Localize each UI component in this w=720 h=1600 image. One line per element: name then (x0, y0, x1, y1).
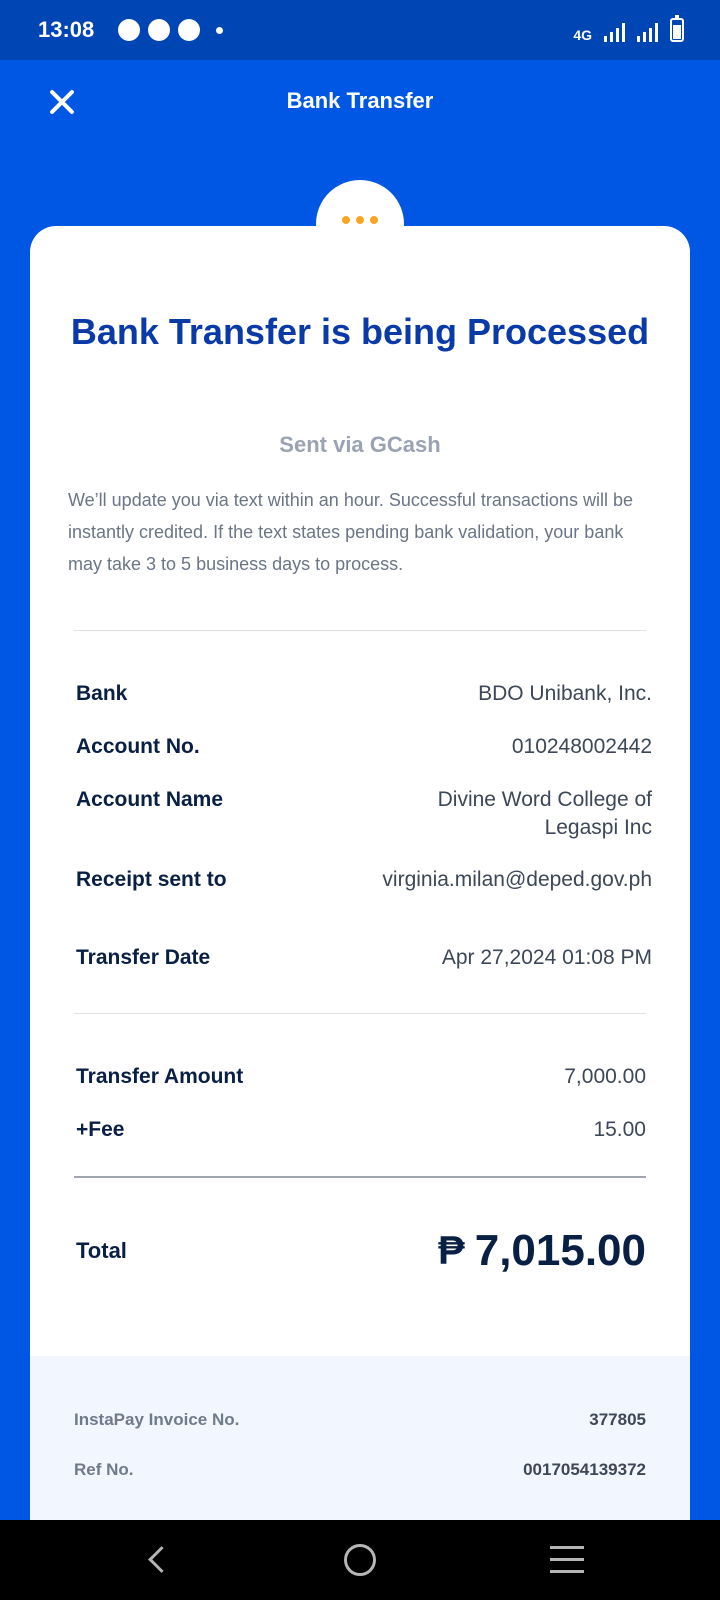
detail-label: Transfer Date (76, 946, 211, 969)
total-divider (74, 1176, 646, 1178)
amount-row-transfer: Transfer Amount 7,000.00 (76, 1063, 646, 1091)
pending-dots-icon (316, 216, 404, 224)
reference-footer: InstaPay Invoice No. 377805 Ref No. 0017… (30, 1356, 690, 1526)
back-icon[interactable] (140, 1542, 176, 1578)
footer-row-ref: Ref No. 0017054139372 (74, 1460, 646, 1480)
amount-row-fee: +Fee 15.00 (76, 1116, 646, 1144)
footer-value: 377805 (589, 1410, 646, 1429)
detail-value: virginia.milan@deped.gov.ph (382, 868, 652, 891)
status-title: Bank Transfer is being Processed (70, 311, 650, 352)
amount-value: 15.00 (593, 1118, 646, 1141)
signal-2-icon (637, 22, 658, 42)
pending-status-bubble (316, 180, 404, 268)
detail-row-account-no: Account No. 010248002442 (76, 733, 652, 761)
messenger-icon (118, 19, 140, 41)
network-type: 4G (573, 27, 592, 43)
divider (74, 1013, 646, 1014)
footer-label: InstaPay Invoice No. (74, 1410, 240, 1429)
footer-label: Ref No. (74, 1460, 134, 1479)
page-title: Bank Transfer (286, 88, 434, 113)
status-bar: 13:08 4G (0, 0, 720, 60)
status-description: We’ll update you via text within an hour… (68, 490, 633, 574)
home-icon[interactable] (344, 1544, 376, 1576)
total-row: Total ₱ 7,015.00 (76, 1226, 646, 1276)
signal-1-icon (604, 22, 625, 42)
battery-icon (670, 15, 684, 42)
navigation-bar (0, 1520, 720, 1600)
detail-value: BDO Unibank, Inc. (478, 682, 652, 705)
detail-row-transfer-date: Transfer Date Apr 27,2024 01:08 PM (76, 944, 652, 972)
detail-value: Apr 27,2024 01:08 PM (441, 946, 652, 969)
footer-value: 0017054139372 (523, 1460, 646, 1479)
detail-value: Divine Word College of Legaspi Inc (437, 788, 652, 839)
chat-icon (148, 19, 170, 41)
total-value: 7,015.00 (474, 1226, 646, 1275)
detail-label: Bank (76, 682, 128, 705)
detail-row-bank: Bank BDO Unibank, Inc. (76, 680, 652, 708)
detail-value: 010248002442 (511, 735, 652, 758)
receipt-card: Bank Transfer is being Processed Sent vi… (30, 226, 690, 1526)
system-icons: 4G (573, 15, 684, 43)
amount-label: Transfer Amount (76, 1065, 244, 1088)
detail-row-receipt: Receipt sent to virginia.milan@deped.gov… (76, 866, 652, 894)
total-label: Total (76, 1238, 127, 1263)
total-amount: ₱ 7,015.00 (438, 1226, 646, 1276)
peso-icon: ₱ (438, 1228, 465, 1273)
divider (74, 630, 646, 631)
detail-label: Account No. (76, 735, 200, 758)
speed-icon (178, 19, 200, 41)
amount-value: 7,000.00 (564, 1065, 646, 1088)
status-subtitle: Sent via GCash (279, 432, 441, 457)
detail-label: Receipt sent to (76, 868, 227, 891)
detail-row-account-name: Account Name Divine Word College of Lega… (76, 786, 652, 842)
more-notifications-icon (216, 26, 223, 34)
footer-row-invoice: InstaPay Invoice No. 377805 (74, 1410, 646, 1430)
status-time: 13:08 (38, 17, 95, 42)
amount-label: +Fee (76, 1118, 125, 1141)
notification-icons (118, 19, 223, 41)
recents-icon[interactable] (550, 1546, 584, 1574)
detail-label: Account Name (76, 788, 224, 811)
